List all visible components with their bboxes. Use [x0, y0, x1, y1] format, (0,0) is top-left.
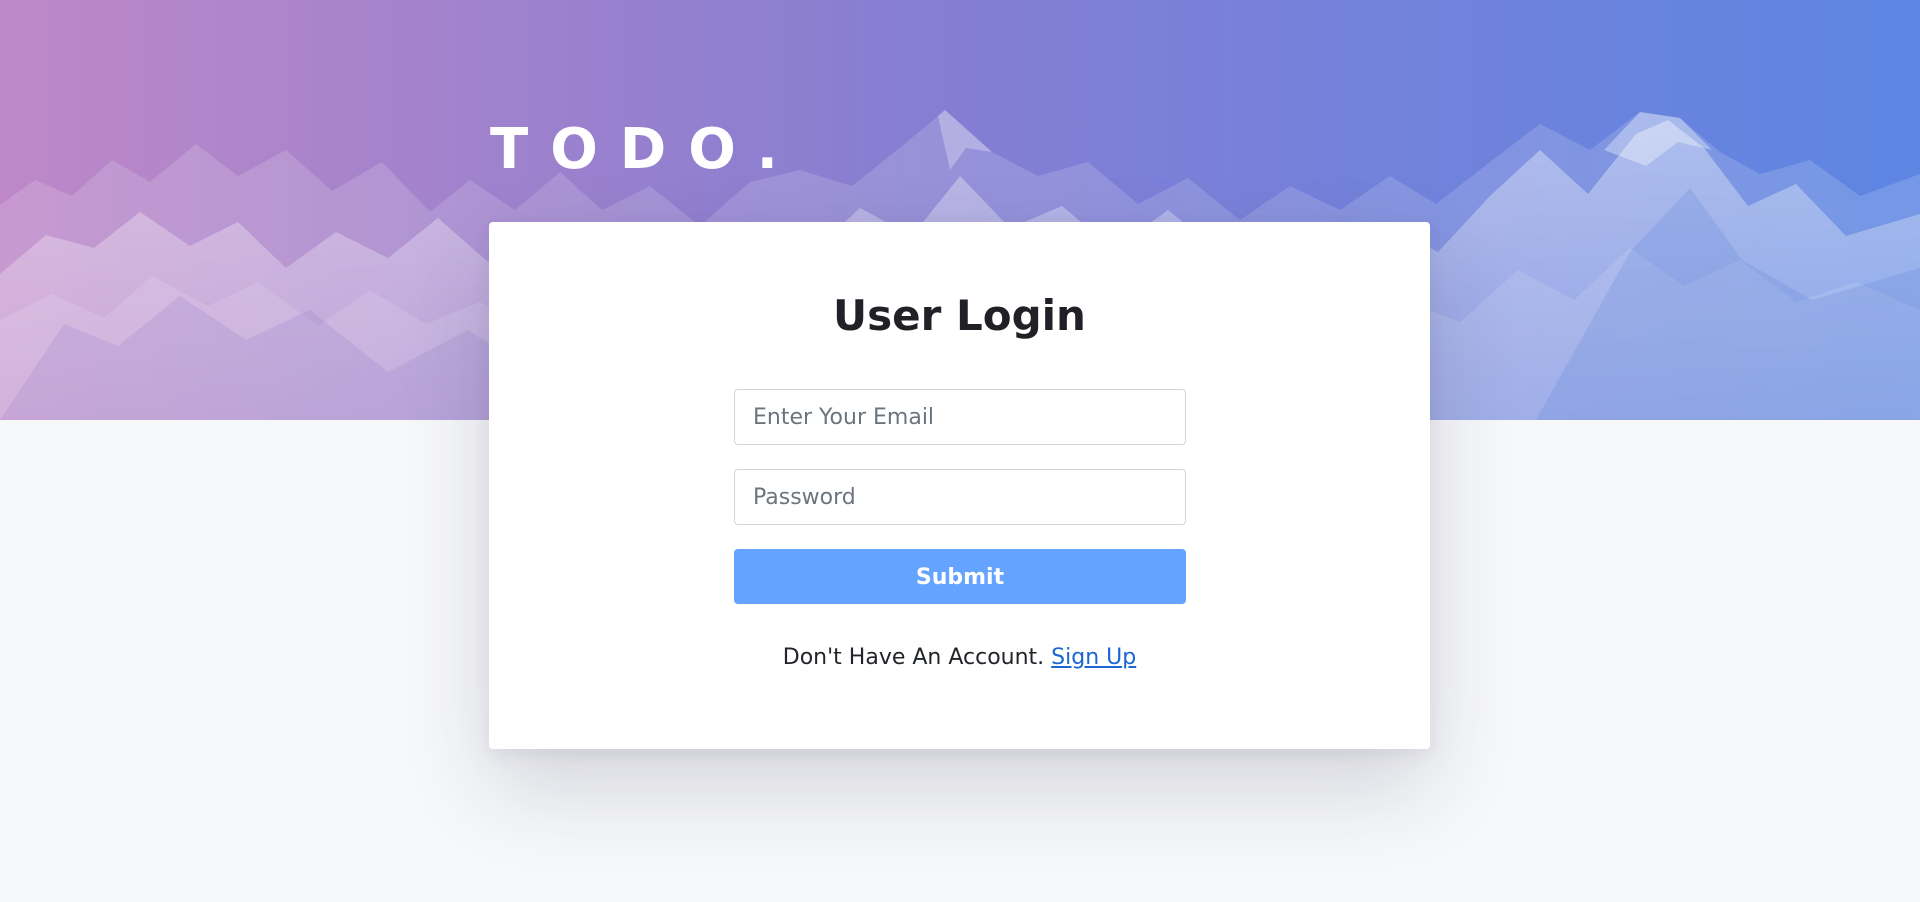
login-page: TODO. User Login Submit Don't Have An Ac…: [0, 0, 1920, 902]
email-field[interactable]: [734, 389, 1186, 445]
login-card: User Login Submit Don't Have An Account.…: [489, 222, 1430, 749]
signup-prompt: Don't Have An Account.: [782, 645, 1045, 670]
password-field[interactable]: [734, 469, 1186, 525]
signup-line: Don't Have An Account. Sign Up: [489, 644, 1430, 672]
submit-button[interactable]: Submit: [734, 549, 1186, 604]
todo-logo: TODO.: [490, 117, 800, 182]
page-title: User Login: [833, 291, 1086, 340]
signup-link[interactable]: Sign Up: [1051, 645, 1136, 670]
